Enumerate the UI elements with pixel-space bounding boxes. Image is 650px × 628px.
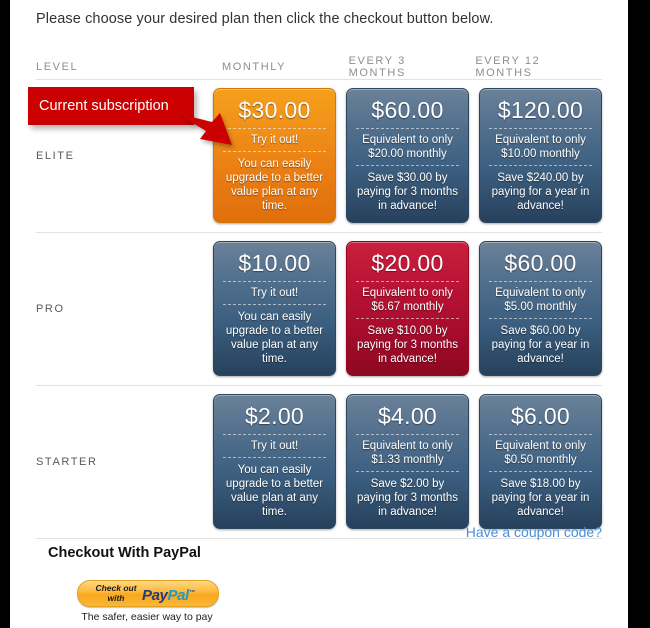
plan-price: $10.00 <box>238 250 311 276</box>
paypal-checkout-word: Check out <box>95 583 137 593</box>
column-header-monthly: MONTHLY <box>221 61 287 73</box>
level-label: ELITE <box>36 150 75 162</box>
table-row: STARTER $2.00 Try it out! You can easily… <box>36 385 602 539</box>
column-header-quarterly: EVERY 3 MONTHS <box>348 55 406 79</box>
plan-cards-pro: $10.00 Try it out! You can easily upgrad… <box>213 233 602 385</box>
plan-equivalent: Try it out! <box>250 287 299 299</box>
table-header-row: LEVEL MONTHLY EVERY 3 MONTHS EVERY 12 MO… <box>36 55 602 79</box>
level-label: PRO <box>36 303 65 315</box>
paypal-logo-pal: Pal <box>167 587 190 604</box>
plan-equivalent: Equivalent to only $1.33 monthly <box>362 440 453 466</box>
plan-savings: Save $240.00 by paying for a year in adv… <box>491 172 590 212</box>
divider <box>489 471 592 472</box>
plan-savings: Save $30.00 by paying for 3 months in ad… <box>356 172 458 212</box>
plan-equivalent: Try it out! <box>250 440 299 452</box>
paypal-logo-pay: Pay <box>142 587 168 604</box>
divider <box>223 304 326 305</box>
plan-price: $30.00 <box>238 97 311 123</box>
column-header-level: LEVEL <box>36 61 79 73</box>
divider <box>356 128 459 129</box>
intro-instruction: Please choose your desired plan then cli… <box>36 11 494 27</box>
plan-price: $60.00 <box>371 97 444 123</box>
plan-savings: Save $18.00 by paying for a year in adva… <box>491 478 590 518</box>
plan-equivalent: Equivalent to only $20.00 monthly <box>362 134 453 160</box>
plan-card-pro-monthly[interactable]: $10.00 Try it out! You can easily upgrad… <box>213 241 336 376</box>
divider <box>489 165 592 166</box>
paypal-checkout-button[interactable]: Check out with PayPal™ <box>77 580 219 607</box>
paypal-button-caption: Check out with <box>92 583 140 603</box>
pricing-table: LEVEL MONTHLY EVERY 3 MONTHS EVERY 12 MO… <box>28 55 602 539</box>
plan-savings: You can easily upgrade to a better value… <box>225 311 324 365</box>
table-row: PRO $10.00 Try it out! You can easily up… <box>36 232 602 385</box>
plan-price: $60.00 <box>504 250 577 276</box>
divider <box>356 434 459 435</box>
plan-card-elite-quarterly[interactable]: $60.00 Equivalent to only $20.00 monthly… <box>346 88 469 223</box>
table-row: ELITE Current subscription $30.00 Try it… <box>28 79 602 232</box>
level-cell-pro: PRO <box>36 233 213 385</box>
plan-savings: Save $2.00 by paying for 3 months in adv… <box>356 478 458 518</box>
plan-card-starter-quarterly[interactable]: $4.00 Equivalent to only $1.33 monthly S… <box>346 394 469 529</box>
plan-card-elite-monthly[interactable]: $30.00 Try it out! You can easily upgrad… <box>213 88 336 223</box>
paypal-logo: PayPal™ <box>142 584 195 605</box>
divider <box>356 318 459 319</box>
divider <box>223 434 326 435</box>
plan-card-pro-yearly[interactable]: $60.00 Equivalent to only $5.00 monthly … <box>479 241 602 376</box>
level-cell-elite: ELITE Current subscription <box>28 80 232 232</box>
level-cell-starter: STARTER <box>36 386 213 538</box>
coupon-row: Have a coupon code? <box>466 524 602 542</box>
level-label: STARTER <box>36 456 98 468</box>
divider <box>489 434 592 435</box>
divider <box>356 281 459 282</box>
column-header-yearly: EVERY 12 MONTHS <box>475 55 541 79</box>
plan-cards-starter: $2.00 Try it out! You can easily upgrade… <box>213 386 602 538</box>
divider <box>489 281 592 282</box>
divider <box>223 128 326 129</box>
plan-card-starter-monthly[interactable]: $2.00 Try it out! You can easily upgrade… <box>213 394 336 529</box>
plan-equivalent: Equivalent to only $5.00 monthly <box>495 287 586 313</box>
plan-savings: Save $60.00 by paying for a year in adva… <box>491 325 590 365</box>
paypal-trademark: ™ <box>188 590 195 596</box>
plan-price: $2.00 <box>244 403 305 429</box>
current-subscription-callout: Current subscription <box>28 87 232 145</box>
plan-price: $120.00 <box>497 97 584 123</box>
plan-cards-elite: $30.00 Try it out! You can easily upgrad… <box>213 80 602 232</box>
paypal-tagline: The safer, easier way to pay <box>81 611 213 623</box>
plan-price: $20.00 <box>371 250 444 276</box>
plan-price: $6.00 <box>510 403 571 429</box>
plan-equivalent: Equivalent to only $6.67 monthly <box>362 287 453 313</box>
plan-equivalent: Equivalent to only $0.50 monthly <box>495 440 586 466</box>
plan-savings: Save $10.00 by paying for 3 months in ad… <box>356 325 458 365</box>
page-frame: Please choose your desired plan then cli… <box>10 0 628 628</box>
coupon-code-link[interactable]: Have a coupon code? <box>466 524 602 540</box>
divider <box>223 281 326 282</box>
divider <box>489 318 592 319</box>
paypal-checkout-section: Check out with PayPal™ The safer, easier… <box>77 580 219 623</box>
checkout-heading: Checkout With PayPal <box>48 545 201 561</box>
divider <box>223 151 326 152</box>
divider <box>356 165 459 166</box>
plan-price: $4.00 <box>377 403 438 429</box>
paypal-with-word: with <box>107 593 125 603</box>
plan-savings: You can easily upgrade to a better value… <box>225 464 324 518</box>
divider <box>223 457 326 458</box>
divider <box>356 471 459 472</box>
plan-equivalent: Equivalent to only $10.00 monthly <box>495 134 586 160</box>
plan-savings: You can easily upgrade to a better value… <box>225 158 324 212</box>
plan-card-elite-yearly[interactable]: $120.00 Equivalent to only $10.00 monthl… <box>479 88 602 223</box>
plan-equivalent: Try it out! <box>250 134 299 146</box>
divider <box>489 128 592 129</box>
plan-card-starter-yearly[interactable]: $6.00 Equivalent to only $0.50 monthly S… <box>479 394 602 529</box>
current-subscription-label: Current subscription <box>28 87 194 125</box>
plan-card-pro-quarterly[interactable]: $20.00 Equivalent to only $6.67 monthly … <box>346 241 469 376</box>
